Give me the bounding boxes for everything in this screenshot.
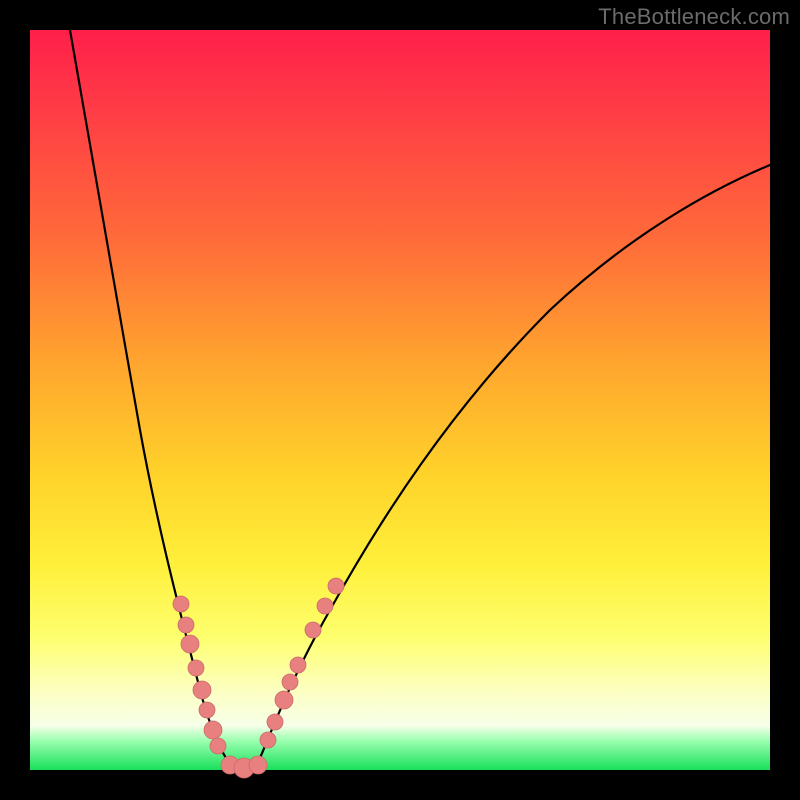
data-marker	[188, 660, 204, 676]
watermark-text: TheBottleneck.com	[598, 4, 790, 30]
curve-right	[255, 165, 770, 770]
data-marker	[210, 738, 226, 754]
data-marker	[275, 691, 293, 709]
data-marker	[305, 622, 321, 638]
chart-frame: TheBottleneck.com	[0, 0, 800, 800]
curve-left	[70, 30, 235, 770]
data-marker	[267, 714, 283, 730]
data-marker	[260, 732, 276, 748]
data-marker	[290, 657, 306, 673]
data-marker	[173, 596, 189, 612]
data-marker	[204, 721, 222, 739]
data-marker	[249, 756, 267, 774]
data-marker	[181, 635, 199, 653]
data-marker	[328, 578, 344, 594]
data-marker	[193, 681, 211, 699]
marker-group	[173, 578, 344, 778]
plot-svg	[30, 30, 770, 770]
plot-area	[30, 30, 770, 770]
data-marker	[317, 598, 333, 614]
data-marker	[282, 674, 298, 690]
data-marker	[199, 702, 215, 718]
data-marker	[178, 617, 194, 633]
